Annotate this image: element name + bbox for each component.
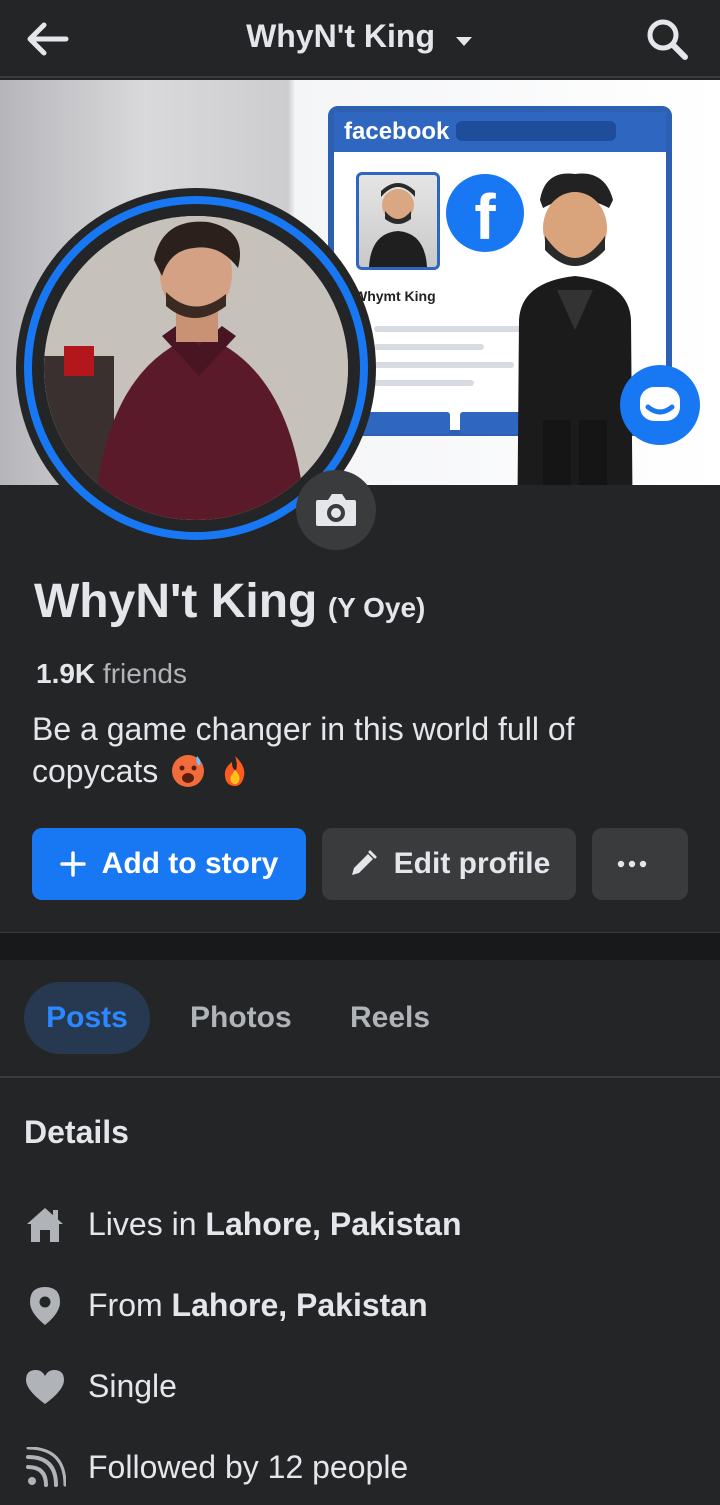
tab-reels[interactable]: Reels (350, 982, 430, 1054)
cover-mini-avatar (356, 172, 440, 270)
home-icon (24, 1204, 66, 1246)
detail-text: Followed by 12 people (88, 1449, 409, 1485)
friends-label: friends (95, 658, 187, 689)
tab-photos[interactable]: Photos (190, 982, 292, 1054)
fire-emoji-icon (218, 754, 252, 788)
detail-followers[interactable]: Followed by 12 people (24, 1443, 704, 1493)
edit-profile-label: Edit profile (393, 847, 551, 880)
detail-value: Lahore, Pakistan (205, 1206, 462, 1242)
detail-from[interactable]: From Lahore, Pakistan (24, 1281, 704, 1331)
detail-prefix: Lives in (88, 1206, 206, 1242)
profile-name-row: WhyN't King (Y Oye) (34, 574, 425, 629)
search-icon[interactable] (642, 14, 692, 64)
detail-lives-in[interactable]: Lives in Lahore, Pakistan (24, 1200, 704, 1250)
heart-icon (24, 1366, 66, 1408)
friends-number: 1.9K (36, 658, 96, 689)
rss-feed-icon (24, 1446, 67, 1489)
camera-icon[interactable] (296, 470, 376, 550)
edit-profile-button[interactable]: Edit profile (322, 828, 576, 900)
section-divider (0, 932, 720, 960)
tab-posts[interactable]: Posts (24, 982, 150, 1054)
profile-alt-name: (Y Oye) (327, 592, 426, 623)
detail-prefix: From (88, 1287, 172, 1323)
chat-bubble-icon[interactable] (620, 365, 700, 445)
more-dots-icon (617, 860, 647, 868)
detail-relationship[interactable]: Single (24, 1362, 704, 1412)
cover-facebook-logo: facebook (344, 118, 450, 145)
header-title: WhyN't King (246, 18, 435, 54)
friends-count[interactable]: 1.9K friends (36, 658, 187, 690)
pencil-icon (351, 850, 377, 875)
caret-down-icon (454, 20, 474, 57)
details-heading: Details (24, 1114, 129, 1150)
profile-bio: Be a game changer in this world full of … (32, 708, 672, 792)
plus-icon (59, 851, 86, 877)
cover-mockup-name: Whymt King (354, 288, 436, 304)
add-to-story-button[interactable]: Add to story (32, 828, 306, 900)
location-pin-icon (24, 1285, 66, 1327)
profile-name: WhyN't King (34, 575, 318, 628)
detail-text: Single (88, 1368, 177, 1404)
detail-value: Lahore, Pakistan (171, 1287, 428, 1323)
add-to-story-label: Add to story (101, 847, 279, 880)
bio-text: Be a game changer in this world full of … (32, 711, 575, 789)
top-bar: WhyN't King (0, 0, 720, 78)
profile-tabs: Posts Photos Reels (0, 960, 720, 1078)
hot-face-emoji-icon (171, 754, 205, 788)
more-options-button[interactable] (592, 828, 688, 900)
profile-switcher[interactable]: WhyN't King (0, 18, 720, 57)
